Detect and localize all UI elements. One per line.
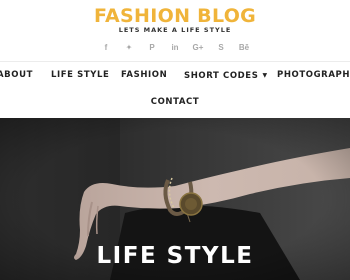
main-nav-row-2: CONTACT — [0, 89, 350, 116]
social-links: f ✦ P in G+ S Bē — [0, 42, 350, 54]
main-nav: ABOUT LIFE STYLE FASHION SHORT CODES ▼ PH… — [0, 62, 350, 89]
site-title[interactable]: FASHION BLOG — [0, 5, 350, 27]
nav-item-fashion[interactable]: FASHION — [121, 62, 167, 89]
site-tagline: LETS MAKE A LIFE STYLE — [118, 26, 232, 34]
nav-item-about[interactable]: ABOUT — [0, 62, 33, 89]
twitter-icon[interactable]: ✦ — [123, 42, 135, 54]
nav-item-short-codes[interactable]: SHORT CODES ▼ — [184, 62, 268, 89]
nav-item-short-codes-label: SHORT CODES — [184, 71, 259, 81]
behance-icon[interactable]: Bē — [238, 42, 250, 54]
nav-item-contact[interactable]: CONTACT — [0, 89, 350, 116]
pinterest-icon[interactable]: P — [146, 42, 158, 54]
site-header: FASHION BLOG LETS MAKE A LIFE STYLE f ✦ … — [0, 0, 350, 61]
skype-icon[interactable]: S — [215, 42, 227, 54]
hero-title: LIFE STYLE — [96, 243, 254, 269]
nav-item-life-style[interactable]: LIFE STYLE — [51, 62, 109, 89]
nav-item-photography[interactable]: PHOTOGRAPHY — [277, 62, 350, 89]
facebook-icon[interactable]: f — [100, 42, 112, 54]
linkedin-icon[interactable]: in — [169, 42, 181, 54]
hero-banner[interactable]: LIFE STYLE — [0, 118, 350, 280]
google-plus-icon[interactable]: G+ — [192, 42, 204, 54]
chevron-down-icon: ▼ — [262, 72, 268, 79]
